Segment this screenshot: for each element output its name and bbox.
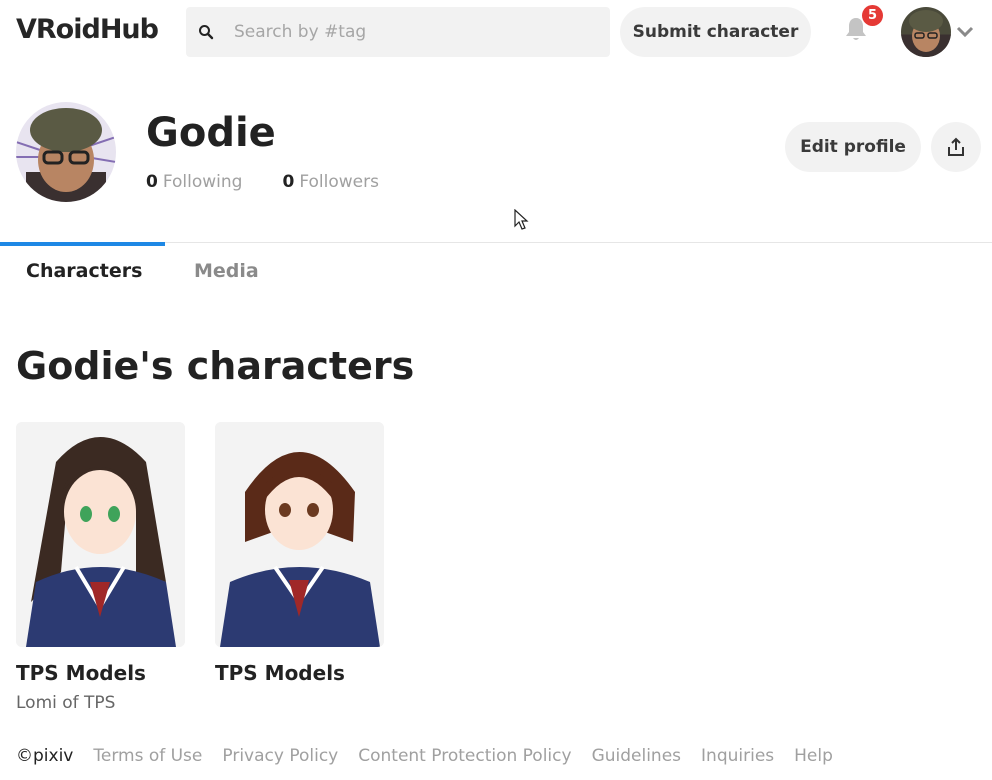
following-link[interactable]: 0 Following [146, 172, 242, 192]
copyright: ©pixiv [16, 746, 74, 766]
search-bar[interactable] [186, 7, 610, 57]
profile-stats: 0 Following 0 Followers [146, 172, 379, 192]
search-icon [199, 25, 214, 40]
following-label: Following [162, 172, 243, 192]
footer-link-guidelines[interactable]: Guidelines [592, 746, 681, 766]
edit-profile-button[interactable]: Edit profile [785, 122, 921, 172]
footer: ©pixiv Terms of Use Privacy Policy Conte… [16, 746, 833, 766]
character-image [215, 422, 384, 647]
footer-link-inquiries[interactable]: Inquiries [701, 746, 774, 766]
tab-media[interactable]: Media [194, 260, 259, 282]
chevron-down-icon[interactable] [955, 24, 975, 40]
followers-label: Followers [299, 172, 379, 192]
tab-characters[interactable]: Characters [26, 260, 142, 282]
footer-link-content-protection[interactable]: Content Protection Policy [358, 746, 571, 766]
followers-link[interactable]: 0 Followers [282, 172, 378, 192]
character-thumbnail[interactable] [215, 422, 384, 647]
share-button[interactable] [931, 122, 981, 172]
share-icon [948, 137, 964, 156]
character-card[interactable]: TPS Models Lomi of TPS [16, 422, 185, 713]
character-card[interactable]: TPS Models [215, 422, 384, 693]
character-title[interactable]: TPS Models [215, 661, 384, 685]
submit-character-button[interactable]: Submit character [620, 7, 811, 57]
profile-avatar [16, 102, 116, 202]
character-thumbnail[interactable] [16, 422, 185, 647]
followers-count: 0 [282, 172, 295, 192]
following-count: 0 [146, 172, 158, 192]
character-title[interactable]: TPS Models [16, 661, 185, 685]
section-title: Godie's characters [16, 344, 415, 388]
vroid-hub-logo[interactable]: VRoidHub [16, 14, 159, 45]
footer-link-terms[interactable]: Terms of Use [93, 746, 202, 766]
character-subtitle: Lomi of TPS [16, 693, 116, 713]
active-tab-indicator [0, 242, 165, 246]
search-input[interactable] [234, 22, 574, 42]
footer-link-privacy[interactable]: Privacy Policy [222, 746, 338, 766]
notification-badge: 5 [862, 5, 883, 26]
avatar-image [901, 7, 951, 57]
character-image [16, 422, 185, 647]
profile-name: Godie [146, 110, 276, 156]
avatar-image [16, 102, 116, 202]
mouse-cursor-icon [514, 209, 529, 230]
user-menu-avatar[interactable] [901, 7, 951, 57]
footer-link-help[interactable]: Help [794, 746, 833, 766]
